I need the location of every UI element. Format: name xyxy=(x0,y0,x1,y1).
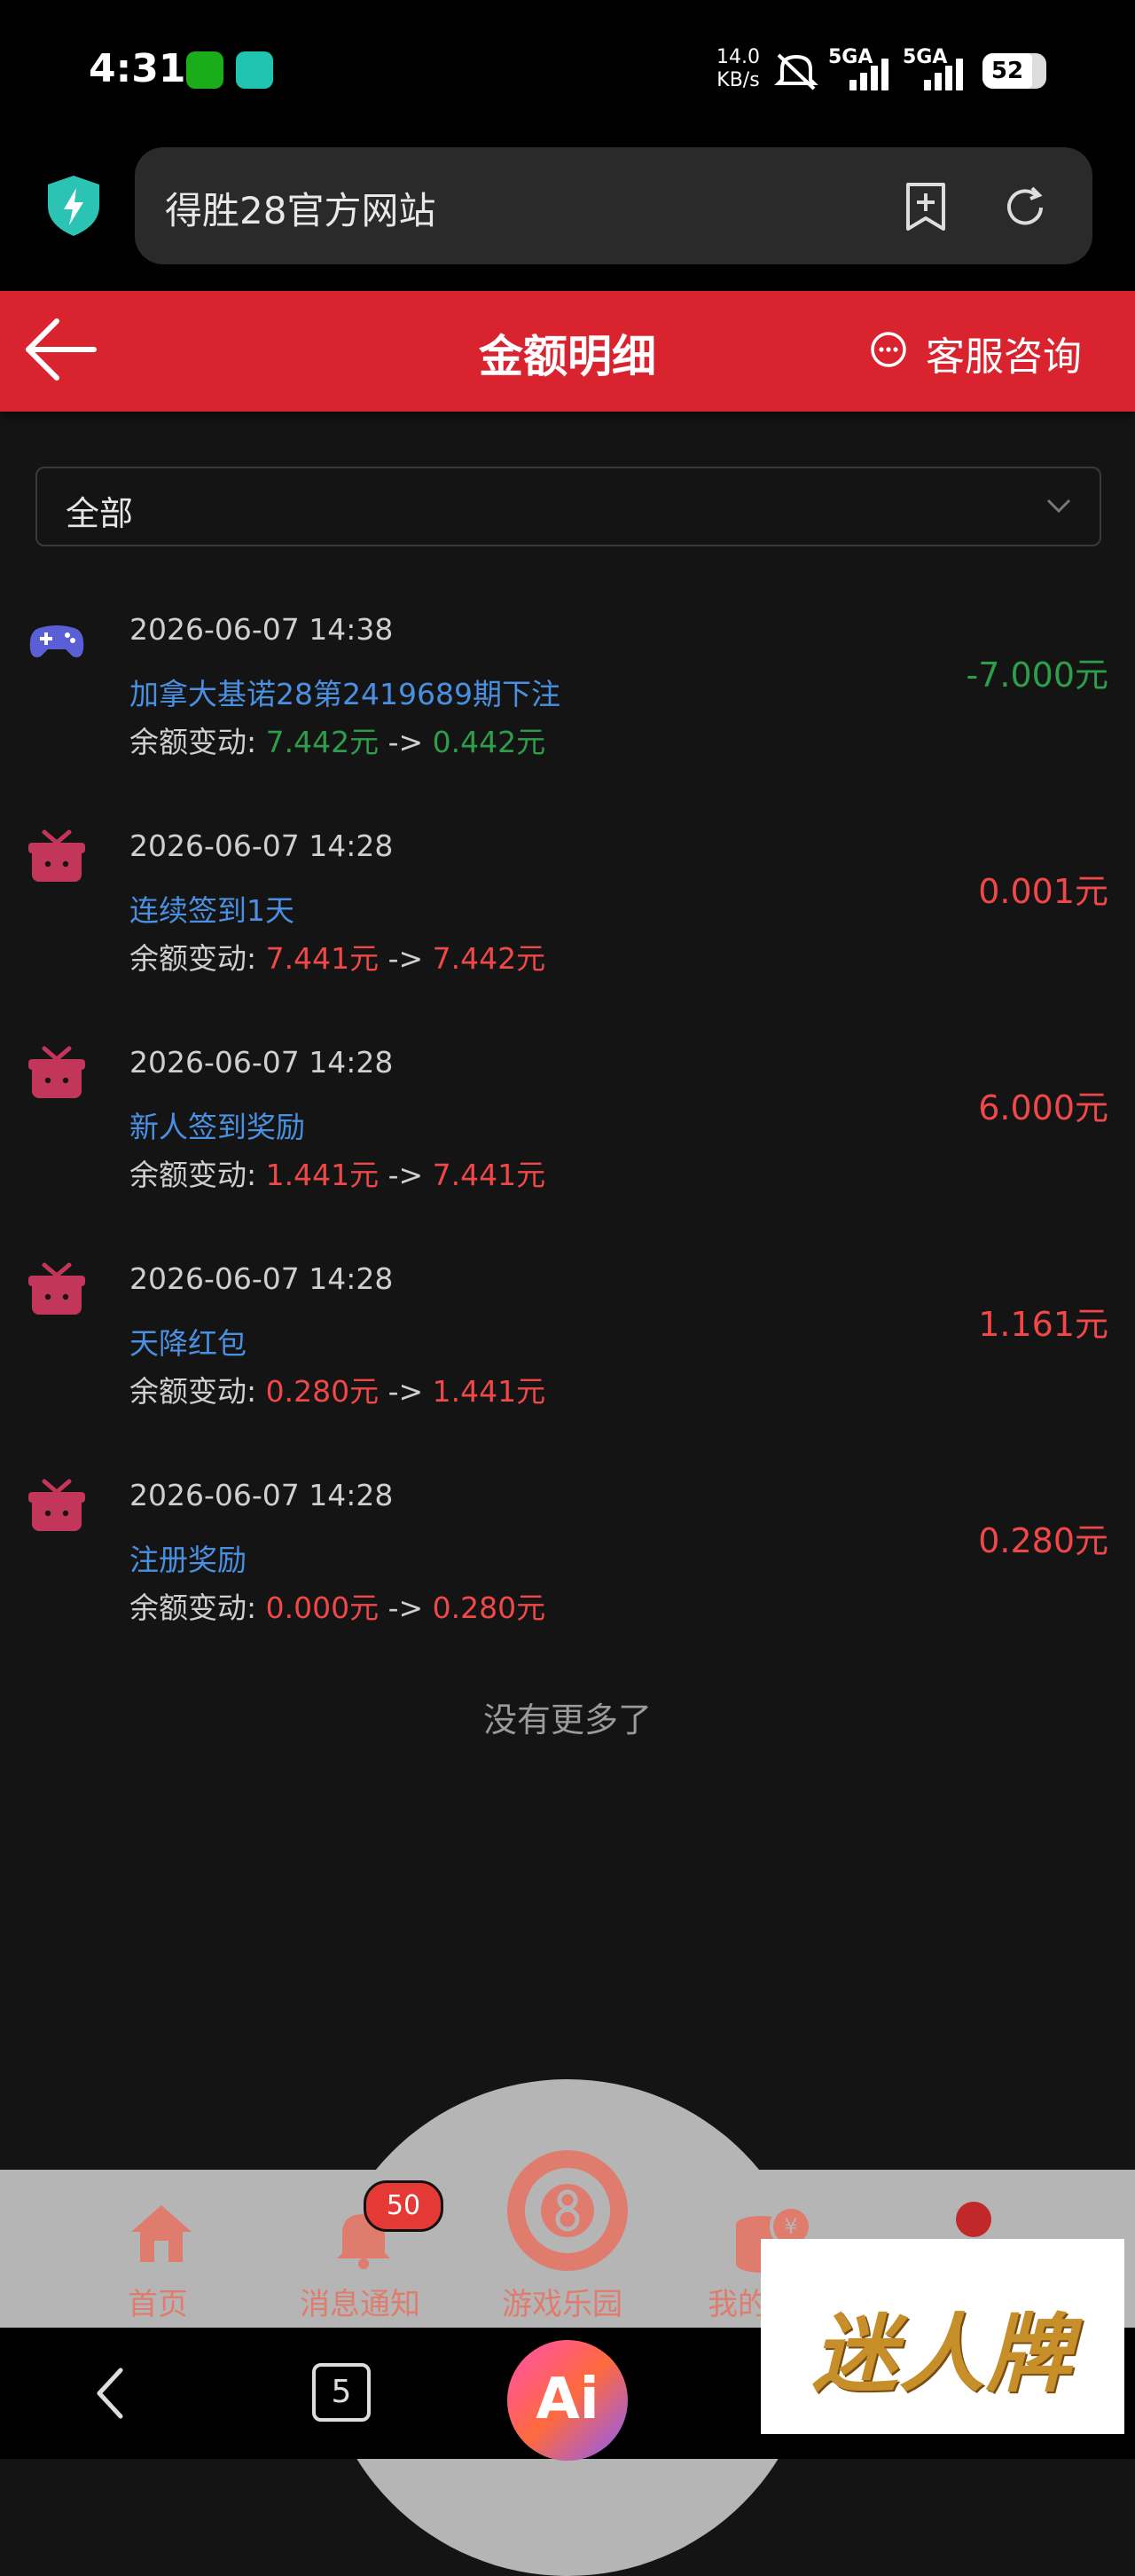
list-item[interactable]: 2026-06-07 14:28 天降红包 余额变动: 0.280元 -> 1.… xyxy=(0,1249,1135,1465)
gift-icon xyxy=(28,1046,85,1098)
system-back-icon[interactable] xyxy=(92,2365,128,2422)
balance-from: 0.280元 xyxy=(265,1374,380,1409)
bookmark-add-icon[interactable] xyxy=(903,181,949,234)
record-description: 天降红包 xyxy=(129,1326,247,1361)
tab-messages[interactable]: 消息通知 xyxy=(300,2280,420,2323)
record-description: 注册奖励 xyxy=(129,1543,247,1577)
balance-to: 0.280元 xyxy=(432,1590,546,1625)
chat-bubble-icon xyxy=(871,332,906,367)
battery-icon: 52 xyxy=(982,53,1046,89)
app-notification-icon xyxy=(236,51,273,89)
type-filter-select[interactable]: 全部 xyxy=(35,467,1101,546)
wechat-icon xyxy=(186,51,223,89)
balance-change: 余额变动: 7.441元 -> 7.442元 xyxy=(129,935,545,978)
balance-arrow: -> xyxy=(379,1590,433,1625)
signal-bars-2-icon xyxy=(924,55,974,90)
list-item[interactable]: 2026-06-07 14:28 注册奖励 余额变动: 0.000元 -> 0.… xyxy=(0,1465,1135,1682)
address-bar[interactable]: 得胜28官方网站 xyxy=(135,147,1092,264)
balance-label: 余额变动: xyxy=(129,1158,266,1192)
balance-arrow: -> xyxy=(379,1158,433,1192)
record-date: 2026-06-07 14:28 xyxy=(129,1478,394,1512)
network-speed-unit: KB/s xyxy=(716,69,760,91)
red-dot-icon xyxy=(956,2202,991,2237)
back-arrow-icon[interactable] xyxy=(21,314,101,385)
balance-from: 1.441元 xyxy=(265,1158,380,1192)
home-icon xyxy=(131,2205,192,2262)
chevron-down-icon xyxy=(1046,499,1071,514)
address-bar-text: 得胜28官方网站 xyxy=(165,189,436,232)
watermark-text: 迷人牌 xyxy=(812,2305,1073,2404)
balance-change: 余额变动: 1.441元 -> 7.441元 xyxy=(129,1151,545,1194)
balance-change: 余额变动: 0.280元 -> 1.441元 xyxy=(129,1368,545,1410)
record-amount: 1.161元 xyxy=(978,1305,1108,1344)
security-shield-icon[interactable] xyxy=(44,174,103,238)
record-date: 2026-06-07 14:38 xyxy=(129,612,394,647)
record-amount: 6.000元 xyxy=(978,1088,1108,1127)
balance-to: 1.441元 xyxy=(432,1374,546,1409)
ai-assistant-button[interactable]: Ai xyxy=(507,2340,628,2461)
type-filter-value: 全部 xyxy=(66,494,134,533)
balance-from: 7.442元 xyxy=(265,725,380,759)
refresh-icon[interactable] xyxy=(1000,183,1050,232)
mute-icon xyxy=(774,53,818,90)
tab-mine[interactable]: 我的 xyxy=(708,2280,768,2323)
tab-home[interactable]: 首页 xyxy=(128,2280,188,2323)
balance-label: 余额变动: xyxy=(129,1374,266,1409)
record-date: 2026-06-07 14:28 xyxy=(129,1045,394,1080)
ai-label: Ai xyxy=(536,2367,599,2432)
gamepad-icon xyxy=(29,625,84,657)
balance-change: 余额变动: 0.000元 -> 0.280元 xyxy=(129,1584,545,1627)
browser-tabs-button[interactable]: 5 xyxy=(312,2363,371,2422)
balance-to: 7.441元 xyxy=(432,1158,546,1192)
balance-label: 余额变动: xyxy=(129,1590,266,1625)
record-amount: 0.280元 xyxy=(978,1521,1108,1560)
balance-from: 0.000元 xyxy=(265,1590,380,1625)
clock: 4:31 xyxy=(89,46,186,91)
balance-arrow: -> xyxy=(379,941,433,976)
gift-icon xyxy=(28,1479,85,1531)
record-date: 2026-06-07 14:28 xyxy=(129,1261,394,1296)
record-description: 连续签到1天 xyxy=(129,893,294,928)
balance-to: 0.442元 xyxy=(432,725,546,759)
record-date: 2026-06-07 14:28 xyxy=(129,829,394,863)
signal-bars-1-icon xyxy=(849,55,899,90)
customer-service-button[interactable]: 客服咨询 xyxy=(926,325,1082,381)
status-bar: 4:31 14.0 KB/s 5GA 5GA 52 xyxy=(0,0,1135,142)
gift-icon xyxy=(28,1262,85,1315)
record-amount: -7.000元 xyxy=(966,656,1109,695)
balance-label: 余额变动: xyxy=(129,941,266,976)
balance-arrow: -> xyxy=(379,725,433,759)
billiard-ball-icon xyxy=(507,2150,628,2271)
balance-to: 7.442元 xyxy=(432,941,546,976)
list-item[interactable]: 2026-06-07 14:38 加拿大基诺28第2419689期下注 余额变动… xyxy=(0,600,1135,816)
page-header: 金额明细 客服咨询 xyxy=(0,291,1135,412)
tab-games[interactable]: 游戏乐园 xyxy=(502,2280,622,2323)
record-amount: 0.001元 xyxy=(978,872,1108,911)
network-speed-value: 14.0 xyxy=(716,46,760,68)
no-more-label: 没有更多了 xyxy=(482,1700,652,1740)
balance-change: 余额变动: 7.442元 -> 0.442元 xyxy=(129,719,545,761)
list-item[interactable]: 2026-06-07 14:28 连续签到1天 余额变动: 7.441元 -> … xyxy=(0,816,1135,1033)
balance-from: 7.441元 xyxy=(265,941,380,976)
record-description: 加拿大基诺28第2419689期下注 xyxy=(129,677,560,711)
balance-arrow: -> xyxy=(379,1374,433,1409)
gift-icon xyxy=(28,829,85,882)
record-description: 新人签到奖励 xyxy=(129,1110,305,1144)
list-item[interactable]: 2026-06-07 14:28 新人签到奖励 余额变动: 1.441元 -> … xyxy=(0,1033,1135,1249)
watermark: 迷人牌 xyxy=(761,2239,1124,2434)
svg-text:¥: ¥ xyxy=(784,2214,797,2239)
messages-badge: 50 xyxy=(364,2180,443,2232)
network-speed: 14.0 KB/s xyxy=(716,46,760,92)
battery-level: 52 xyxy=(982,53,1032,89)
balance-label: 余额变动: xyxy=(129,725,266,759)
